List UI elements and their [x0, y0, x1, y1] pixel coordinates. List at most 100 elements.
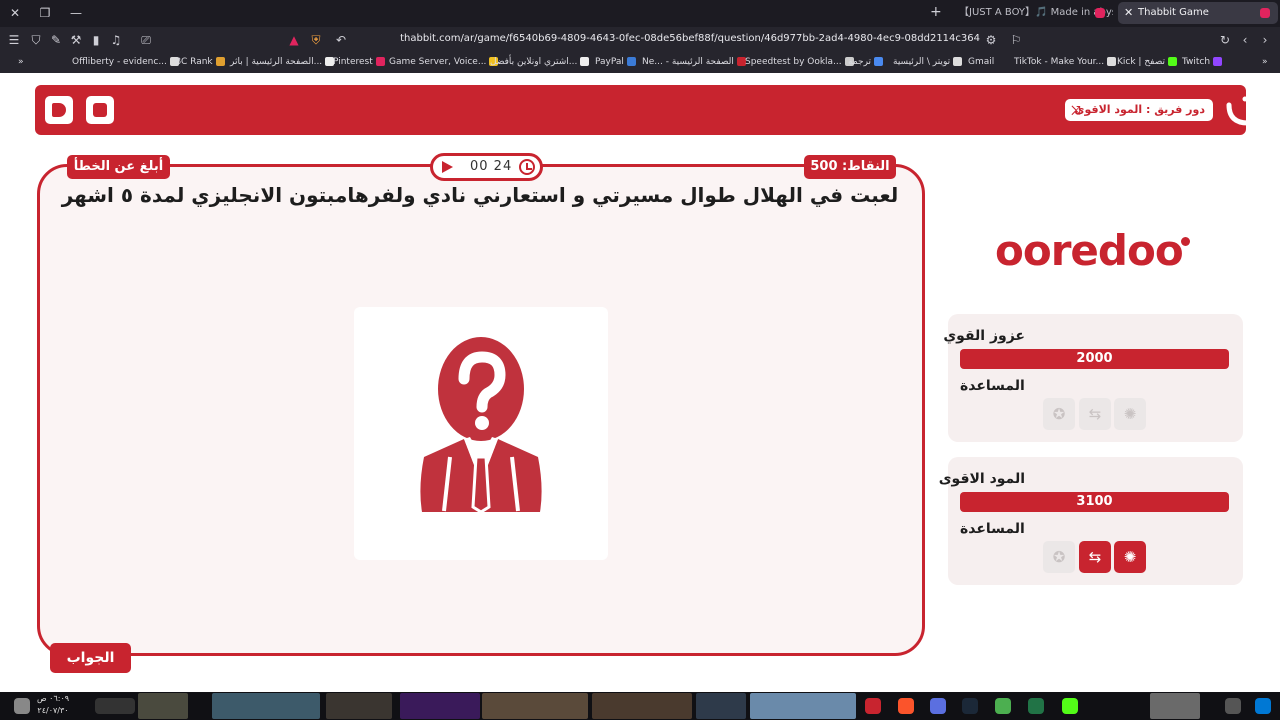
menu-icon[interactable]: ☰ [6, 32, 22, 48]
screenshot-icon[interactable]: ⎚ [138, 32, 154, 48]
report-error-button[interactable]: أبلغ عن الخطأ [67, 155, 170, 179]
bookmark-item[interactable]: اشتري اونلاين بأفضل... [490, 57, 590, 67]
help-label: المساعدة [960, 378, 1025, 394]
exit-icon [52, 103, 66, 117]
star-swap-icon[interactable]: ✪ [1043, 541, 1075, 573]
team-turn-label: دور فريق : المود الاقوى [1074, 103, 1205, 116]
bookmark-item[interactable]: تويتر \ الرئيسية [893, 57, 963, 67]
swap-arrows-icon[interactable]: ⇆ [1079, 398, 1111, 430]
app-thumbnail[interactable] [482, 693, 588, 719]
clock-time: ٠٦:٠٩ ص [36, 694, 70, 703]
site-favicon-icon [1260, 8, 1270, 18]
address-bar-row: ☰ ⛉ ✎ ⚒ ▮ ♫ ⎚ ▲ ⛨ ↶ thabbit.com/ar/game/… [0, 27, 1280, 53]
app-icon[interactable] [865, 698, 881, 714]
bookmark-label: Offliberty - evidenc... [72, 57, 167, 67]
app-thumbnail[interactable] [592, 693, 692, 719]
tools-icon[interactable]: ⚒ [68, 32, 84, 48]
bookmark-item[interactable]: الصفحة الرئيسية | باثر... [230, 57, 335, 67]
timer: 00 24 [430, 153, 543, 181]
shield-icon[interactable]: ⛉ [28, 32, 44, 48]
restore-window-icon[interactable]: ❐ [35, 4, 55, 22]
app-thumbnail[interactable] [1150, 693, 1200, 719]
app-thumbnail[interactable] [138, 693, 188, 719]
bookmark-label: Kick | تصفح [1117, 57, 1165, 67]
bookmark-label: Game Server, Voice... [389, 57, 487, 67]
bookmarks-overflow-icon[interactable]: » [18, 57, 24, 67]
bookmark-item[interactable]: Gmail [968, 57, 994, 67]
tab-title: Thabbit Game [1138, 7, 1209, 18]
site-settings-icon[interactable]: ⚙ [983, 32, 999, 48]
url-input[interactable]: thabbit.com/ar/game/f6540b69-4809-4643-0… [360, 33, 980, 44]
lightbulb-hint-icon[interactable]: ✺ [1114, 398, 1146, 430]
sponsor-logo: ooredoo [995, 226, 1195, 282]
swap-arrows-icon[interactable]: ⇆ [1079, 541, 1111, 573]
bookmark-item[interactable]: Twitch [1182, 57, 1223, 67]
team-score: 3100 [960, 492, 1229, 512]
bookmark-item[interactable]: Kick | تصفح [1117, 57, 1177, 67]
bookmarks-bar: » Offliberty - evidenc... BC Rank الصفحة… [0, 53, 1280, 73]
start-menu-icon[interactable] [1255, 698, 1271, 714]
bookmark-label: تويتر \ الرئيسية [893, 57, 951, 67]
app-icon[interactable] [1225, 698, 1241, 714]
app-thumbnail[interactable] [212, 693, 320, 719]
extensions-icon[interactable]: ✎ [48, 32, 64, 48]
play-icon[interactable] [442, 161, 453, 173]
back-history-icon[interactable]: ↶ [333, 32, 349, 48]
bookmark-item[interactable]: Ne... - الصفحة الرئيسية [642, 57, 746, 67]
question-image [354, 307, 608, 560]
question-text: لعبت في الهلال طوال مسيرتي و استعارني نا… [61, 183, 899, 207]
help-label: المساعدة [960, 521, 1025, 537]
excel-icon[interactable] [1028, 698, 1044, 714]
app-thumbnail[interactable] [750, 693, 856, 719]
chrome-icon[interactable] [995, 698, 1011, 714]
app-icon[interactable] [930, 698, 946, 714]
steam-icon[interactable] [962, 698, 978, 714]
lightbulb-hint-icon[interactable]: ✺ [1114, 541, 1146, 573]
bookmark-label: Speedtest by Ookla... [745, 57, 842, 67]
tab-music-video[interactable]: 【JUST A BOY】🎵 Made in abyss AMV [953, 2, 1113, 24]
tray-icons[interactable] [95, 698, 135, 714]
bookmark-item[interactable]: BC Rank [175, 57, 225, 67]
bookmark-item[interactable]: Game Server, Voice... [389, 57, 499, 67]
bookmarks-more-icon[interactable]: » [1262, 57, 1268, 67]
taskbar-clock[interactable]: ٠٦:٠٩ ص ٢٤/٠٧/٣٠ [36, 693, 70, 717]
forward-icon[interactable]: › [1257, 32, 1273, 48]
team-card-2: المود الاقوى 3100 المساعدة ✪ ⇆ ✺ [938, 457, 1243, 585]
new-tab-button[interactable]: + [930, 4, 942, 20]
app-thumbnail[interactable] [696, 693, 746, 719]
bookmark-label: الصفحة الرئيسية | باثر... [230, 57, 323, 67]
notifications-icon[interactable] [14, 698, 30, 714]
close-tab-icon[interactable]: ✕ [1124, 2, 1133, 24]
bookmark-label: PayPal [595, 57, 624, 67]
app-icon[interactable] [1062, 698, 1078, 714]
mystery-person-icon [420, 337, 542, 514]
app-thumbnail[interactable] [326, 693, 392, 719]
sidebar-icon[interactable]: ▮ [88, 32, 104, 48]
minimize-window-icon[interactable]: — [66, 4, 86, 22]
bookmark-label: Twitch [1182, 57, 1211, 67]
bookmark-icon[interactable]: ⚐ [1008, 32, 1024, 48]
bookmark-item[interactable]: TikTok - Make Your... [1014, 57, 1117, 67]
delete-button[interactable] [86, 96, 114, 124]
bookmark-item[interactable]: Pinterest [333, 57, 385, 67]
close-window-icon[interactable]: ✕ [5, 4, 25, 22]
team-turn-badge: دور فريق : المود الاقوى ⤨ [1065, 99, 1213, 121]
music-icon[interactable]: ♫ [108, 32, 124, 48]
star-swap-icon[interactable]: ✪ [1043, 398, 1075, 430]
brave-icon[interactable] [898, 698, 914, 714]
team-name: المود الاقوى [938, 471, 1025, 487]
bookmark-item[interactable]: ترجمة [848, 57, 884, 67]
bookmark-label: Gmail [968, 57, 995, 67]
reload-icon[interactable]: ↻ [1217, 32, 1233, 48]
back-icon[interactable]: ‹ [1237, 32, 1253, 48]
bookmark-item[interactable]: Speedtest by Ookla... [745, 57, 854, 67]
bookmark-item[interactable]: PayPal [595, 57, 636, 67]
exit-button[interactable] [45, 96, 73, 124]
bookmark-label: اشتري اونلاين بأفضل... [490, 57, 578, 67]
app-thumbnail[interactable] [400, 693, 480, 719]
adblock-icon[interactable]: ⛨ [308, 32, 324, 48]
vpn-icon[interactable]: ▲ [286, 32, 302, 48]
answer-button[interactable]: الجواب [50, 643, 131, 673]
bookmark-item[interactable]: Offliberty - evidenc... [72, 57, 179, 67]
tab-thabbit-game[interactable]: ✕ Thabbit Game [1118, 2, 1278, 24]
